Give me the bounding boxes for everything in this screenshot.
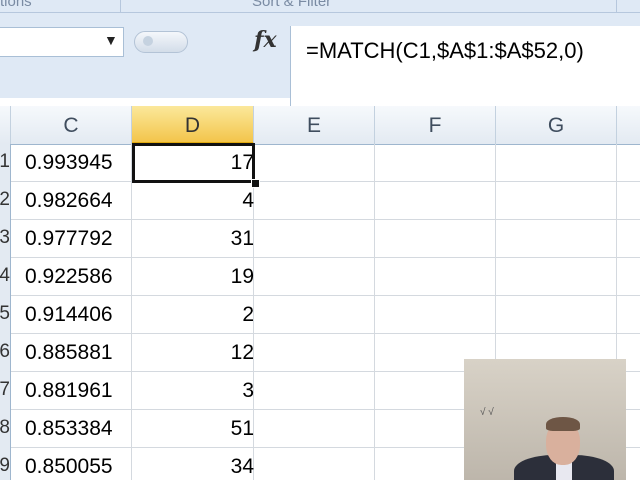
ribbon-separator [120,0,121,12]
gridline [131,144,132,480]
row-header[interactable]: 6 [0,341,10,363]
row-header-corner[interactable] [0,106,11,144]
column-header-d[interactable]: D [132,106,254,144]
cell-c6[interactable]: 0.885881 [25,341,113,365]
gridline [11,333,640,334]
gridline [11,219,640,220]
insert-function-icon[interactable]: fx [254,27,277,53]
formula-bar-area: ▼ fx =MATCH(C1,$A$1:$A$52,0) [0,13,640,110]
cell-d7[interactable]: 3 [144,379,254,403]
cell-c2[interactable]: 0.982664 [25,189,113,213]
cell-c8[interactable]: 0.853384 [25,417,113,441]
row-header[interactable]: 7 [0,379,10,401]
column-header-g[interactable]: G [496,106,617,144]
cell-c9[interactable]: 0.850055 [25,455,113,479]
cell-d6[interactable]: 12 [144,341,254,365]
cell-c3[interactable]: 0.977792 [25,227,113,251]
row-header-column: 1 2 3 4 5 6 7 8 9 [0,144,11,480]
wall-mark: √ √ [480,407,494,418]
name-box[interactable]: ▼ [0,27,124,57]
gridline [11,295,640,296]
formula-bar-splitter[interactable] [134,31,188,53]
cell-c1[interactable]: 0.993945 [25,151,113,175]
cell-d2[interactable]: 4 [144,189,254,213]
row-header[interactable]: 3 [0,227,10,249]
fill-handle[interactable] [251,179,260,188]
column-header-e[interactable]: E [254,106,375,144]
ribbon-strip: tions Sort & Filter [0,0,640,13]
active-cell-border[interactable] [132,143,255,183]
chevron-down-icon[interactable]: ▼ [104,32,118,48]
row-header[interactable]: 8 [0,417,10,439]
column-header-c[interactable]: C [11,106,132,144]
column-header-h[interactable] [617,106,640,144]
column-header-f[interactable]: F [375,106,496,144]
row-header[interactable]: 1 [0,151,10,173]
ribbon-separator [616,0,617,12]
row-header[interactable]: 4 [0,265,10,287]
cell-c5[interactable]: 0.914406 [25,303,113,327]
cell-c7[interactable]: 0.881961 [25,379,113,403]
webcam-overlay: √ √ [464,359,626,480]
cell-d5[interactable]: 2 [144,303,254,327]
row-header[interactable]: 2 [0,189,10,211]
cell-d3[interactable]: 31 [144,227,254,251]
gridline [374,144,375,480]
row-header[interactable]: 5 [0,303,10,325]
cell-c4[interactable]: 0.922586 [25,265,113,289]
gridline [11,181,640,182]
ribbon-group-label: tions [0,0,32,10]
ribbon-group-sort-filter: Sort & Filter [252,0,332,10]
cell-d4[interactable]: 19 [144,265,254,289]
formula-text[interactable]: =MATCH(C1,$A$1:$A$52,0) [306,38,584,64]
gridline [11,257,640,258]
cell-d9[interactable]: 34 [144,455,254,479]
row-header[interactable]: 9 [0,455,10,477]
cell-d8[interactable]: 51 [144,417,254,441]
formula-input[interactable]: =MATCH(C1,$A$1:$A$52,0) [290,26,640,110]
presenter-hair [546,417,580,431]
